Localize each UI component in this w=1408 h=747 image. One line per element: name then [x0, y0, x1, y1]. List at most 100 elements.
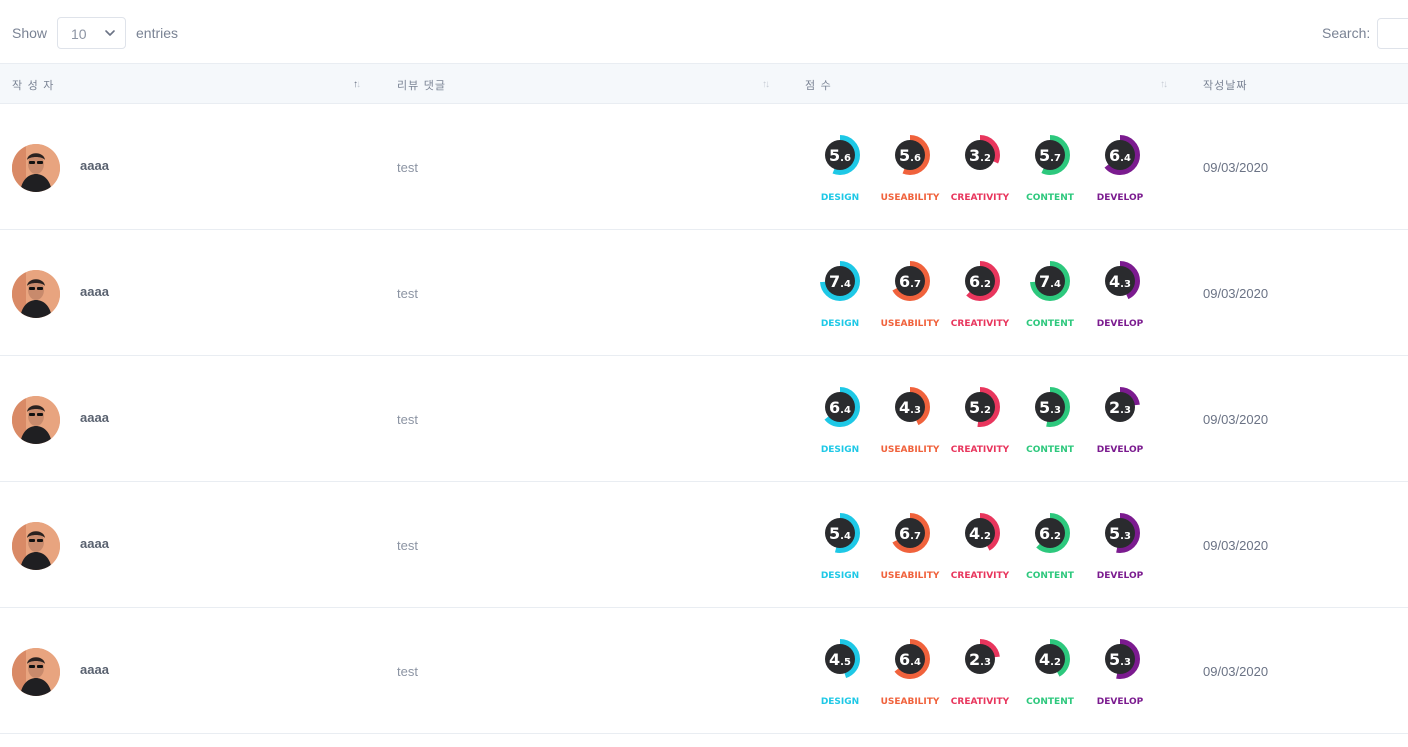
entries-label: entries: [136, 25, 179, 41]
avatar: [12, 396, 60, 444]
score-label: DEVELOP: [1096, 319, 1144, 329]
score-value: 4.3: [899, 398, 921, 417]
table-header: 작 성 자 ↑↓ 리뷰 댓글 ↑↓ 점 수 ↑↓ 작성날짜: [0, 63, 1408, 104]
score-value: 7.4: [829, 272, 851, 291]
score-label: DEVELOP: [1096, 445, 1144, 455]
score-creativity: 4.2 CREATIVITY: [945, 513, 1015, 593]
column-header-comment[interactable]: 리뷰 댓글: [397, 77, 446, 93]
table-row: aaaa test 09/03/2020 5.4 DESIGN 6.7 USEABILITY…: [0, 482, 1408, 608]
score-creativity: 5.2 CREATIVITY: [945, 387, 1015, 467]
score-value: 5.3: [1109, 524, 1131, 543]
author-name: aaaa: [80, 536, 109, 551]
score-develop: 5.3 DEVELOP: [1085, 639, 1155, 719]
score-value: 6.7: [899, 524, 921, 543]
score-content: 5.7 CONTENT: [1015, 135, 1085, 215]
table-row: aaaa test 09/03/2020 7.4 DESIGN 6.7 USEABILITY…: [0, 230, 1408, 356]
score-value: 5.3: [1109, 650, 1131, 669]
score-value: 3.2: [969, 146, 991, 165]
author-name: aaaa: [80, 158, 109, 173]
score-design: 7.4 DESIGN: [805, 261, 875, 341]
entries-per-page-select[interactable]: 10: [57, 17, 126, 49]
score-label: USEABILITY: [880, 445, 940, 455]
search-input[interactable]: [1377, 18, 1408, 49]
score-develop: 6.4 DEVELOP: [1085, 135, 1155, 215]
review-comment: test: [397, 286, 418, 301]
column-header-author[interactable]: 작 성 자: [12, 77, 54, 93]
score-creativity: 3.2 CREATIVITY: [945, 135, 1015, 215]
score-design: 5.4 DESIGN: [805, 513, 875, 593]
score-develop: 4.3 DEVELOP: [1085, 261, 1155, 341]
score-value: 7.4: [1039, 272, 1061, 291]
score-label: CREATIVITY: [950, 193, 1010, 203]
score-label: CONTENT: [1026, 193, 1074, 203]
column-header-score[interactable]: 점 수: [805, 77, 832, 93]
score-value: 6.2: [969, 272, 991, 291]
review-comment: test: [397, 412, 418, 427]
score-label: DESIGN: [820, 571, 860, 581]
search-label: Search:: [1322, 25, 1371, 41]
table-row: aaaa test 09/03/2020 6.4 DESIGN 4.3 USEABILITY…: [0, 356, 1408, 482]
score-creativity: 6.2 CREATIVITY: [945, 261, 1015, 341]
score-label: USEABILITY: [880, 319, 940, 329]
avatar: [12, 648, 60, 696]
created-date: 09/03/2020: [1203, 412, 1269, 427]
score-useability: 5.6 USEABILITY: [875, 135, 945, 215]
score-label: CREATIVITY: [950, 697, 1010, 707]
score-value: 4.3: [1109, 272, 1131, 291]
created-date: 09/03/2020: [1203, 286, 1269, 301]
score-value: 5.3: [1039, 398, 1061, 417]
sort-icon-author[interactable]: ↑↓: [353, 79, 361, 90]
score-value: 5.2: [969, 398, 991, 417]
score-value: 4.2: [969, 524, 991, 543]
review-comment: test: [397, 538, 418, 553]
score-label: USEABILITY: [880, 571, 940, 581]
score-content: 6.2 CONTENT: [1015, 513, 1085, 593]
author-name: aaaa: [80, 410, 109, 425]
score-label: USEABILITY: [880, 697, 940, 707]
score-design: 5.6 DESIGN: [805, 135, 875, 215]
score-label: DEVELOP: [1096, 697, 1144, 707]
score-value: 4.2: [1039, 650, 1061, 669]
score-value: 6.4: [829, 398, 851, 417]
score-label: CONTENT: [1026, 697, 1074, 707]
score-label: CREATIVITY: [950, 571, 1010, 581]
created-date: 09/03/2020: [1203, 664, 1269, 679]
score-develop: 5.3 DEVELOP: [1085, 513, 1155, 593]
score-useability: 6.7 USEABILITY: [875, 513, 945, 593]
score-value: 6.7: [899, 272, 921, 291]
table-row: aaaa test 09/03/2020 5.6 DESIGN 5.6 USEABILITY…: [0, 104, 1408, 230]
score-value: 6.4: [899, 650, 921, 669]
author-name: aaaa: [80, 284, 109, 299]
chevron-down-icon: [105, 30, 115, 36]
score-content: 7.4 CONTENT: [1015, 261, 1085, 341]
score-value: 5.4: [829, 524, 851, 543]
score-design: 4.5 DESIGN: [805, 639, 875, 719]
avatar-photo-icon: [12, 270, 60, 318]
sort-icon-comment[interactable]: ↑↓: [762, 79, 770, 90]
created-date: 09/03/2020: [1203, 538, 1269, 553]
sort-icon-score[interactable]: ↑↓: [1160, 79, 1168, 90]
review-comment: test: [397, 160, 418, 175]
avatar-photo-icon: [12, 648, 60, 696]
score-develop: 2.3 DEVELOP: [1085, 387, 1155, 467]
score-value: 5.6: [899, 146, 921, 165]
entries-per-page-value: 10: [71, 26, 87, 42]
score-label: CONTENT: [1026, 445, 1074, 455]
column-header-date[interactable]: 작성날짜: [1203, 77, 1247, 93]
score-creativity: 2.3 CREATIVITY: [945, 639, 1015, 719]
score-value: 2.3: [969, 650, 991, 669]
score-content: 5.3 CONTENT: [1015, 387, 1085, 467]
score-label: CREATIVITY: [950, 319, 1010, 329]
score-content: 4.2 CONTENT: [1015, 639, 1085, 719]
score-useability: 4.3 USEABILITY: [875, 387, 945, 467]
avatar: [12, 144, 60, 192]
show-label: Show: [12, 25, 48, 41]
score-useability: 6.7 USEABILITY: [875, 261, 945, 341]
score-label: DESIGN: [820, 193, 860, 203]
table-controls: Show 10 entries Search:: [0, 0, 1408, 64]
avatar: [12, 522, 60, 570]
score-value: 2.3: [1109, 398, 1131, 417]
score-value: 6.4: [1109, 146, 1131, 165]
score-label: DESIGN: [820, 697, 860, 707]
score-design: 6.4 DESIGN: [805, 387, 875, 467]
